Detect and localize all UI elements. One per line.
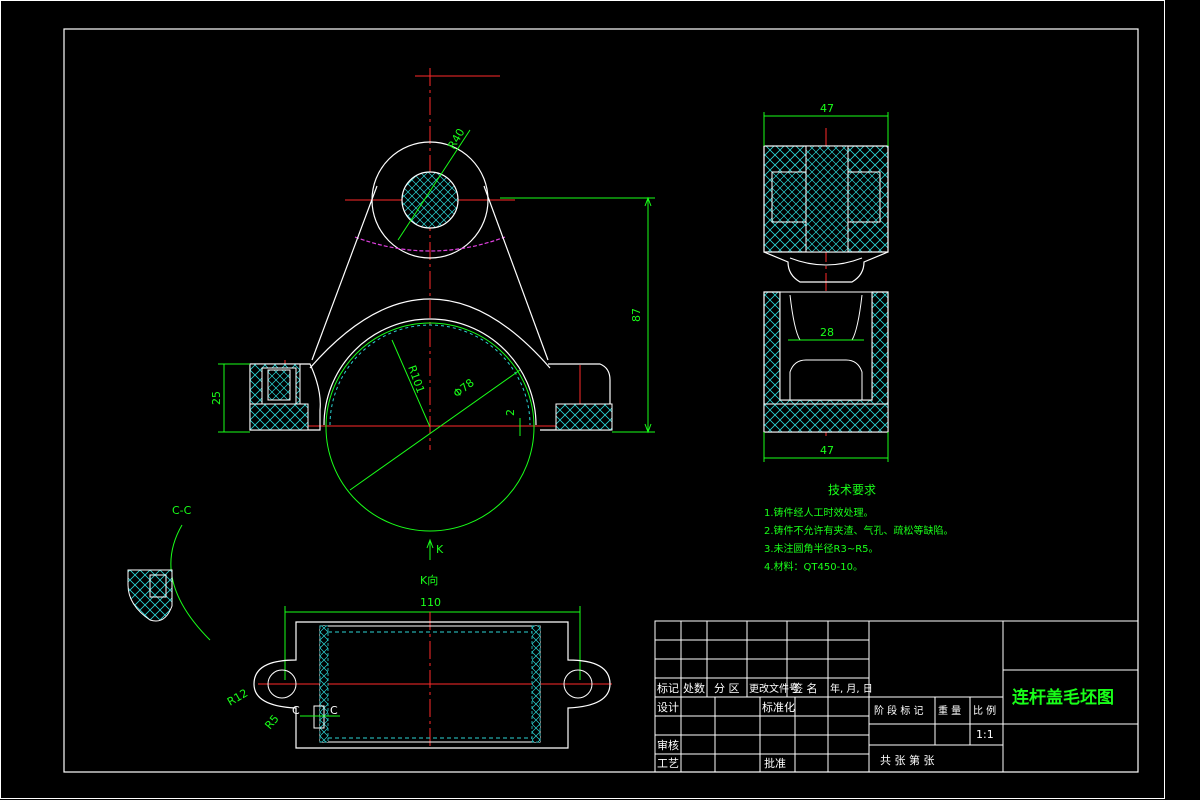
section-label: C-C: [172, 504, 192, 517]
section-c-right: C: [330, 704, 338, 717]
dim-110: 110: [420, 596, 441, 609]
tb-weight: 重 量: [938, 704, 961, 717]
title-block-text: 标记 处数 分 区 更改文件号 签 名 年, 月, 日 设计 标准化 审核 工艺…: [657, 681, 1114, 770]
tb-scale: 1:1: [976, 728, 994, 741]
inner-frame: [63, 28, 1139, 773]
tech-requirements: 技术要求 1.铸件经人工时效处理。 2.铸件不允许有夹渣、气孔、疏松等缺陷。 3…: [764, 483, 954, 573]
tb-review: 审核: [657, 738, 679, 752]
tb-header-sign: 签 名: [792, 681, 818, 695]
tb-header-count: 处数: [683, 682, 705, 695]
tech-item-3: 3.未注圆角半径R3~R5。: [764, 542, 879, 555]
view-arrow-k: K: [436, 543, 444, 556]
dim-87: 87: [630, 308, 643, 322]
dim-r5: R5: [262, 712, 281, 732]
dim-d78: Φ78: [451, 376, 477, 400]
tb-header-date: 年, 月, 日: [830, 682, 873, 695]
outer-frame: [0, 0, 1165, 799]
tech-item-1: 1.铸件经人工时效处理。: [764, 506, 874, 519]
tb-process: 工艺: [657, 757, 679, 770]
dim-r101: R101: [405, 364, 427, 395]
tb-header-mark: 标记: [657, 681, 679, 695]
tb-header-zone: 分 区: [714, 682, 740, 695]
tb-ratio: 比 例: [973, 704, 996, 717]
drawing-title: 连杆盖毛坯图: [1012, 687, 1114, 708]
tech-item-4: 4.材料：QT450-10。: [764, 560, 863, 573]
tech-heading: 技术要求: [828, 483, 876, 497]
side-view: 47 28 47: [763, 102, 889, 462]
tb-design: 设计: [657, 701, 679, 714]
dim-47-bottom: 47: [820, 444, 834, 457]
dim-28: 28: [820, 326, 834, 339]
tb-standardization: 标准化: [762, 700, 795, 714]
dim-47-top: 47: [820, 102, 834, 115]
section-cc: C-C: [127, 504, 211, 641]
tb-sheets: 共 张 第 张: [880, 753, 935, 767]
dim-25: 25: [210, 391, 223, 405]
front-view: R40 R101 Φ78 87 25 2 K: [210, 68, 655, 560]
tb-approve: 批准: [764, 756, 786, 770]
section-c-left: C: [292, 704, 300, 717]
view-k-label: K向: [420, 573, 438, 587]
tb-stage-mark: 阶 段 标 记: [874, 704, 924, 717]
view-k: K向 110 R12 R5 C C: [225, 573, 612, 749]
tech-item-2: 2.铸件不允许有夹渣、气孔、疏松等缺陷。: [764, 524, 954, 537]
dim-2: 2: [504, 409, 517, 416]
drawing-canvas: R40 R101 Φ78 87 25 2 K 47 28 47 技术要求 1.铸…: [0, 0, 1165, 799]
dim-r12: R12: [225, 687, 250, 709]
